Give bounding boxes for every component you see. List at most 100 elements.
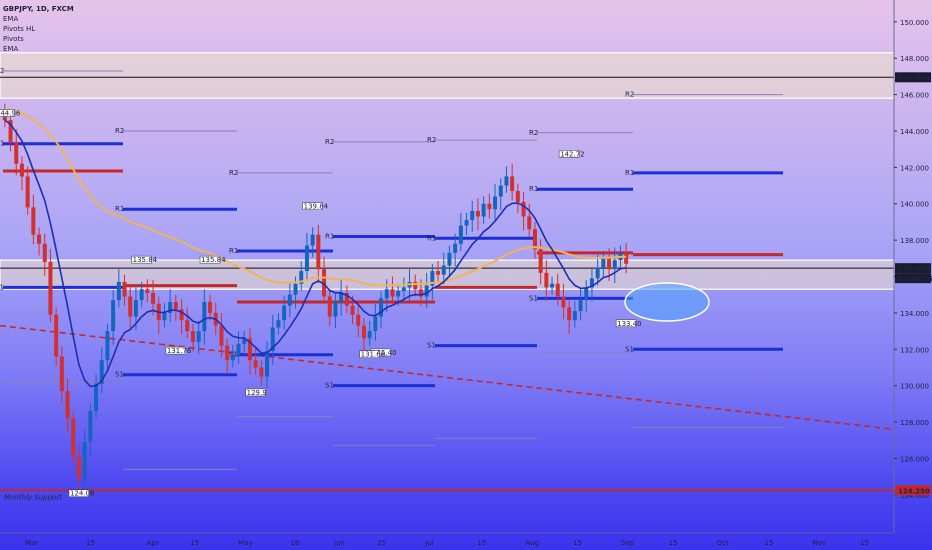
peak-tag-text-5: 139.84 bbox=[304, 203, 329, 211]
candle-body-48 bbox=[276, 320, 281, 328]
x-tick-label-17: 15 bbox=[860, 539, 869, 547]
pivot-label-r2-4: R2 bbox=[427, 136, 436, 144]
trendline bbox=[0, 324, 895, 431]
x-tick-label-10: Aug bbox=[525, 539, 539, 547]
candle-body-82 bbox=[470, 211, 475, 221]
candle-body-76 bbox=[436, 271, 441, 275]
x-tick-label-6: Jun bbox=[333, 539, 345, 547]
candle-body-83 bbox=[475, 211, 480, 217]
candle-body-58 bbox=[333, 301, 338, 317]
y-tick-label-11: 146.000 bbox=[900, 92, 929, 100]
candle-body-44 bbox=[253, 360, 258, 368]
candle-body-46 bbox=[265, 351, 270, 377]
y-tick-label-1: 126.000 bbox=[900, 455, 929, 463]
candle-body-22 bbox=[128, 296, 133, 317]
candle-body-79 bbox=[453, 243, 458, 253]
candle-body-54 bbox=[310, 234, 315, 246]
legend-symbol[interactable]: GBPJPY, 1D, FXCM bbox=[3, 4, 74, 14]
candle-body-95 bbox=[544, 272, 549, 288]
candle-body-65 bbox=[373, 316, 378, 332]
peak-tag-text-1: 135.84 bbox=[133, 256, 158, 264]
candle-body-50 bbox=[287, 294, 292, 306]
candle-body-28 bbox=[162, 312, 167, 321]
candle-body-32 bbox=[185, 320, 190, 332]
candle-body-40 bbox=[230, 354, 235, 361]
pivot-label-s1-6: S1 bbox=[625, 345, 634, 353]
legend-indicator-ema[interactable]: EMA bbox=[3, 14, 74, 24]
x-tick-label-14: Oct bbox=[717, 539, 729, 547]
candle-body-105 bbox=[601, 258, 606, 268]
highlight-ellipse bbox=[624, 282, 710, 322]
zone-band-0 bbox=[0, 52, 895, 99]
legend-indicator-pivots-hl[interactable]: Pivots HL bbox=[3, 24, 74, 34]
candle-body-97 bbox=[555, 283, 560, 297]
legend-indicator-ema-2[interactable]: EMA bbox=[3, 44, 74, 54]
price-label-text-3: 124.250 bbox=[898, 487, 930, 495]
x-tick-label-5: 18 bbox=[290, 539, 299, 547]
x-tick-label-3: 15 bbox=[190, 539, 199, 547]
candle-body-7 bbox=[42, 243, 47, 262]
candle-body-102 bbox=[584, 287, 589, 301]
candle-body-89 bbox=[510, 176, 515, 192]
peak-tag-text-10: 133.40 bbox=[617, 320, 642, 328]
candle-body-55 bbox=[316, 234, 321, 270]
y-tick-label-9: 142.000 bbox=[900, 164, 929, 172]
candle-body-64 bbox=[367, 331, 372, 339]
pivot-label-r1-3: R1 bbox=[325, 232, 334, 240]
candle-body-49 bbox=[282, 305, 287, 321]
candle-body-36 bbox=[208, 301, 213, 313]
pivot-label-r2-6: R2 bbox=[625, 91, 634, 99]
chart-legend: GBPJPY, 1D, FXCM EMA Pivots HL Pivots EM… bbox=[3, 4, 74, 54]
y-tick-label-10: 144.000 bbox=[900, 128, 929, 136]
candle-body-2 bbox=[14, 141, 19, 164]
candle-body-34 bbox=[196, 331, 201, 342]
candle-body-70 bbox=[401, 287, 406, 292]
candle-body-45 bbox=[259, 367, 264, 377]
candle-body-6 bbox=[37, 234, 42, 244]
y-tick-label-4: 132.000 bbox=[900, 346, 929, 354]
pivot-label-r2-2: R2 bbox=[229, 169, 238, 177]
candle-body-90 bbox=[515, 191, 520, 202]
peak-tag-text-7: 131.66 bbox=[361, 351, 386, 359]
peak-tag-text-2: 135.84 bbox=[201, 256, 226, 264]
pivot-label-r1-1: R1 bbox=[115, 205, 124, 213]
candle-body-77 bbox=[441, 265, 446, 275]
candle-body-92 bbox=[527, 216, 532, 230]
peak-tag-text-3: 131.76 bbox=[167, 347, 192, 355]
candle-body-57 bbox=[327, 296, 332, 317]
candle-body-51 bbox=[293, 283, 298, 295]
candle-body-107 bbox=[612, 260, 617, 270]
candle-body-39 bbox=[225, 345, 230, 361]
x-tick-label-11: 15 bbox=[573, 539, 582, 547]
candle-body-35 bbox=[202, 301, 207, 332]
legend-indicator-pivots[interactable]: Pivots bbox=[3, 34, 74, 44]
candle-body-16 bbox=[94, 383, 99, 412]
pivot-label-r1-2: R1 bbox=[229, 247, 238, 255]
y-tick-label-12: 148.000 bbox=[900, 55, 929, 63]
candle-body-13 bbox=[76, 456, 81, 479]
candle-body-63 bbox=[361, 325, 366, 339]
candle-body-81 bbox=[464, 220, 469, 226]
candle-body-67 bbox=[384, 289, 389, 299]
candle-body-26 bbox=[151, 292, 156, 304]
pivot-label-r2-5: R2 bbox=[529, 129, 538, 137]
pivot-label-s1-5: S1 bbox=[529, 294, 538, 302]
x-tick-label-13: 15 bbox=[669, 539, 678, 547]
y-tick-label-7: 138.000 bbox=[900, 237, 929, 245]
price-chart[interactable]: R2 R1 S1 R2 R1 S1 R2 R1 S1 R2 R1 S1 R2 R1 S1 R2 R1 S1 R2 R1… bbox=[0, 0, 932, 550]
candle-body-96 bbox=[550, 283, 555, 288]
y-tick-label-8: 140.000 bbox=[900, 201, 929, 209]
price-label-text-2: 01:48:16 bbox=[898, 275, 932, 283]
candle-body-100 bbox=[572, 311, 577, 321]
candle-body-68 bbox=[390, 289, 395, 297]
candle-body-38 bbox=[219, 325, 224, 346]
candle-body-14 bbox=[82, 442, 87, 479]
candle-body-9 bbox=[54, 314, 59, 357]
x-tick-label-0: Mar bbox=[25, 539, 38, 547]
candle-body-87 bbox=[498, 185, 503, 197]
candle-body-101 bbox=[578, 300, 583, 312]
candle-body-30 bbox=[173, 301, 178, 310]
price-label-text-0: 146.950 bbox=[898, 74, 930, 82]
pivot-label-r2-1: R2 bbox=[115, 127, 124, 135]
x-tick-label-16: Nov bbox=[812, 539, 826, 547]
